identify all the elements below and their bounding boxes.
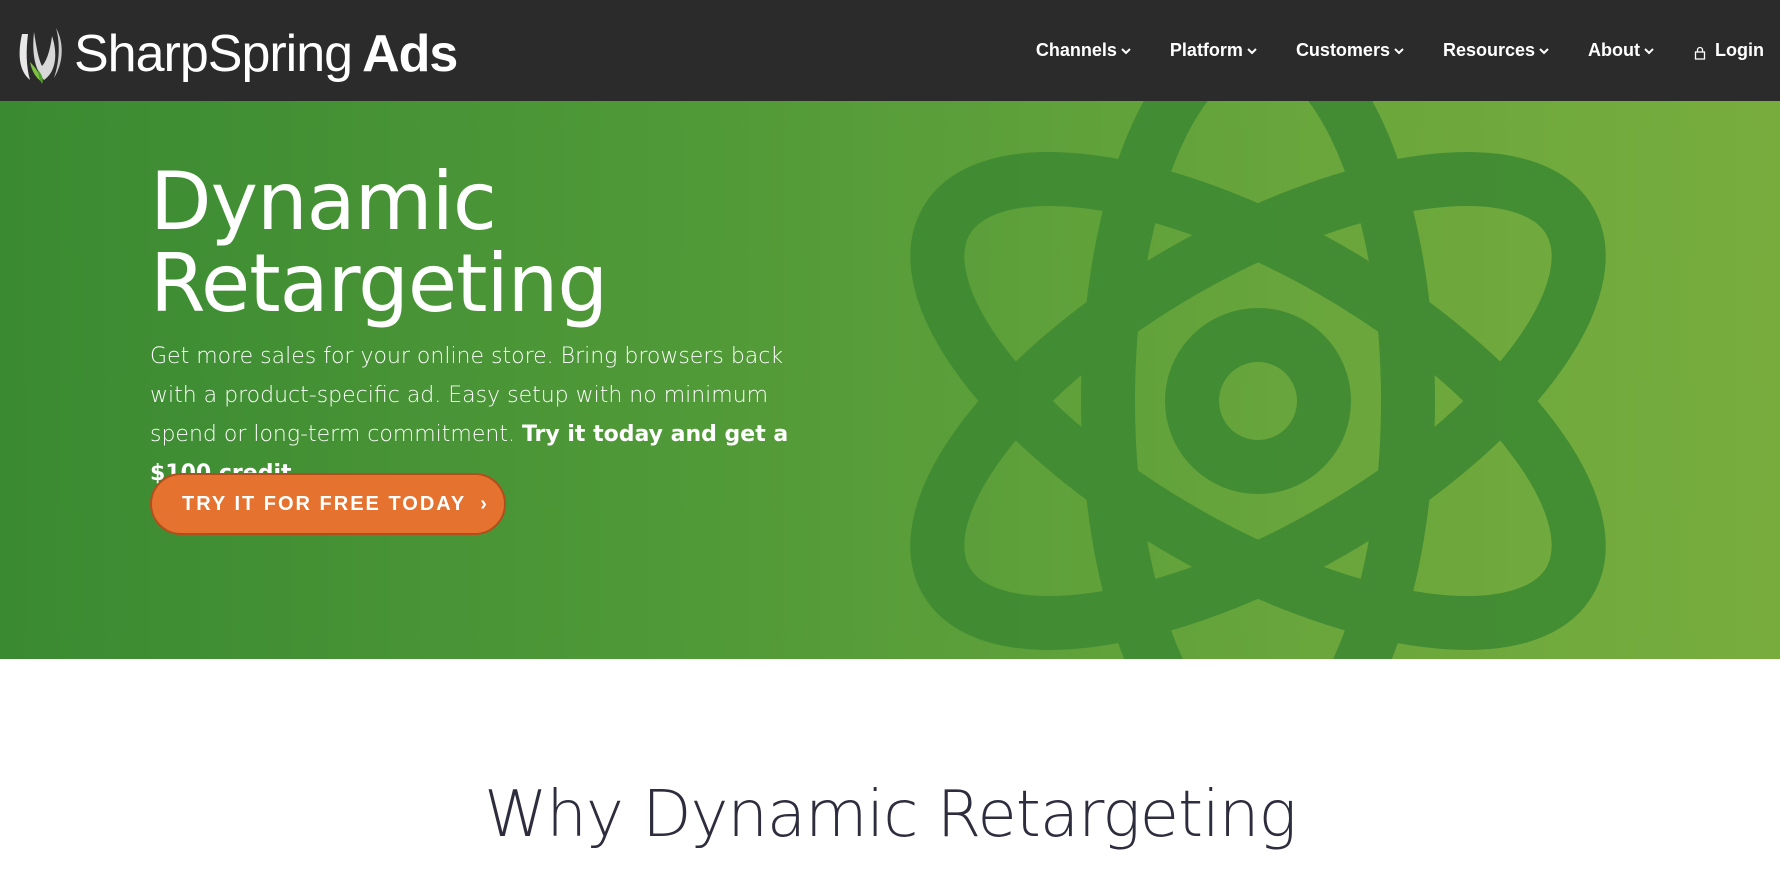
nav-item-about[interactable]: About [1588,40,1655,61]
login-label: Login [1715,40,1764,60]
login-link[interactable]: Login [1693,40,1764,61]
chevron-right-icon: › [480,492,489,515]
hero-description: Get more sales for your online store. Br… [150,337,830,493]
hero-title-line-2: Retargeting [150,237,608,330]
nav-item-resources[interactable]: Resources [1443,40,1550,61]
hero-title: Dynamic Retargeting [150,155,608,330]
nav-item-label: Platform [1169,40,1243,60]
chevron-down-icon [1393,45,1405,57]
chevron-down-icon [1643,45,1655,57]
lock-icon [1693,44,1707,60]
nav-item-platform[interactable]: Platform [1170,40,1258,61]
cta-label: TRY IT FOR FREE TODAY [182,492,467,515]
chevron-down-icon [1246,45,1258,57]
nav-item-label: About [1588,40,1641,60]
section-heading: Why Dynamic Retargeting [484,778,1297,852]
brand-name: SharpSpring Ads [74,22,458,86]
nav-item-channels[interactable]: Channels [1036,40,1132,61]
chevron-down-icon [1120,45,1132,57]
main-nav: Channels Platform Customers Resources Ab… [998,0,1764,101]
sharpspring-logo-icon [19,28,62,84]
nav-item-customers[interactable]: Customers [1296,40,1405,61]
brand-name-light: SharpSpring [74,25,353,83]
hero-title-line-1: Dynamic [150,155,497,248]
hero-banner: Dynamic Retargeting Get more sales for y… [0,101,1780,659]
brand-logo[interactable]: SharpSpring Ads [12,22,458,86]
brand-name-bold: Ads [362,25,458,83]
chevron-down-icon [1538,45,1550,57]
try-free-button[interactable]: TRY IT FOR FREE TODAY › [150,473,506,535]
site-header: SharpSpring Ads Channels Platform Custome… [0,0,1780,101]
nav-item-label: Customers [1295,40,1390,60]
atom-icon [910,101,1606,659]
nav-item-label: Resources [1442,40,1536,60]
nav-item-label: Channels [1035,40,1117,60]
